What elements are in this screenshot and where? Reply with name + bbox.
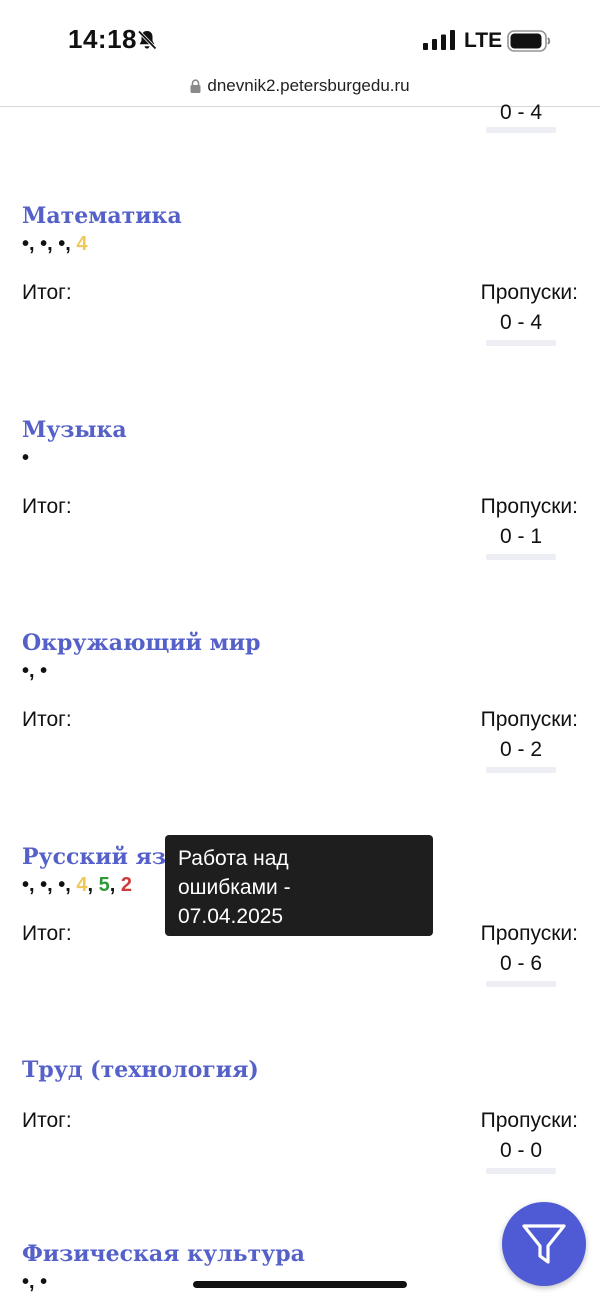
mark-separator: , [29, 1271, 41, 1293]
subject-title[interactable]: Математика [22, 203, 182, 229]
mark-dot[interactable]: • [22, 447, 29, 469]
filter-icon [522, 1224, 566, 1264]
skips-underline [486, 767, 556, 773]
skips-value[interactable]: 0 - 6 [486, 952, 556, 976]
mark-separator: , [109, 874, 121, 896]
mark-grade[interactable]: 4 [76, 233, 87, 255]
marks-list: •, •, •, 4 [22, 233, 88, 256]
skips-value[interactable]: 0 - 1 [486, 525, 556, 549]
mark-separator: , [65, 233, 77, 255]
subject-card-math: Математика •, •, •, 4 Итог: Пропуски: 0 … [0, 203, 600, 403]
mark-dot[interactable]: • [22, 1271, 29, 1293]
mark-separator: , [47, 233, 59, 255]
itog-label: Итог: [22, 495, 72, 518]
subject-title[interactable]: Музыка [22, 417, 127, 443]
mark-separator: , [29, 660, 41, 682]
top-partial-skips-underline [486, 127, 556, 133]
skips-underline [486, 1168, 556, 1174]
mark-dot[interactable]: • [40, 1271, 47, 1293]
status-time: 14:18 [68, 24, 137, 54]
mark-dot[interactable]: • [22, 874, 29, 896]
mark-grade[interactable]: 2 [121, 874, 132, 896]
skips-underline [486, 340, 556, 346]
mark-separator: , [47, 874, 59, 896]
lock-icon [190, 79, 201, 93]
mark-dot[interactable]: • [22, 660, 29, 682]
tooltip-line: ошибками - [178, 876, 291, 899]
marks-list: •, • [22, 1271, 47, 1294]
mark-separator: , [29, 874, 41, 896]
subject-card-music: Музыка • Итог: Пропуски: 0 - 1 [0, 417, 600, 617]
skips-value[interactable]: 0 - 0 [486, 1139, 556, 1163]
bell-muted-icon [137, 30, 157, 50]
marks-list: •, • [22, 660, 47, 683]
marks-list: • [22, 447, 29, 470]
mark-dot[interactable]: • [22, 233, 29, 255]
itog-label: Итог: [22, 922, 72, 945]
mark-tooltip: Работа над ошибками - 07.04.2025 [165, 835, 433, 936]
skips-underline [486, 554, 556, 560]
network-type: LTE [464, 29, 503, 52]
mark-dot[interactable]: • [40, 660, 47, 682]
battery-icon [507, 30, 551, 52]
mark-separator: , [87, 874, 99, 896]
mark-grade[interactable]: 4 [76, 874, 87, 896]
marks-list: •, •, •, 4, 5, 2 [22, 874, 132, 897]
skips-label: Пропуски: [480, 708, 578, 731]
mark-separator: , [65, 874, 77, 896]
status-bar: 14:18 LTE [0, 0, 600, 72]
signal-icon [423, 30, 455, 50]
subject-card-world: Окружающий мир •, • Итог: Пропуски: 0 - … [0, 630, 600, 830]
skips-value[interactable]: 0 - 4 [486, 311, 556, 335]
filter-button[interactable] [502, 1202, 586, 1286]
skips-label: Пропуски: [480, 281, 578, 304]
skips-underline [486, 981, 556, 987]
mark-grade[interactable]: 5 [99, 874, 110, 896]
skips-value[interactable]: 0 - 2 [486, 738, 556, 762]
skips-label: Пропуски: [480, 922, 578, 945]
skips-label: Пропуски: [480, 495, 578, 518]
itog-label: Итог: [22, 1109, 72, 1132]
tooltip-line: Работа над [178, 847, 289, 870]
tooltip-line: 07.04.2025 [178, 905, 284, 928]
url-text: dnevnik2.petersburgedu.ru [207, 76, 410, 95]
top-partial-skips-value: 0 - 4 [499, 101, 543, 124]
skips-label: Пропуски: [480, 1109, 578, 1132]
itog-label: Итог: [22, 708, 72, 731]
itog-label: Итог: [22, 281, 72, 304]
subject-title[interactable]: Окружающий мир [22, 630, 260, 656]
mark-separator: , [29, 233, 41, 255]
home-indicator[interactable] [193, 1281, 407, 1288]
subject-title[interactable]: Труд (технология) [22, 1057, 259, 1083]
subject-title[interactable]: Физическая культура [22, 1241, 305, 1267]
